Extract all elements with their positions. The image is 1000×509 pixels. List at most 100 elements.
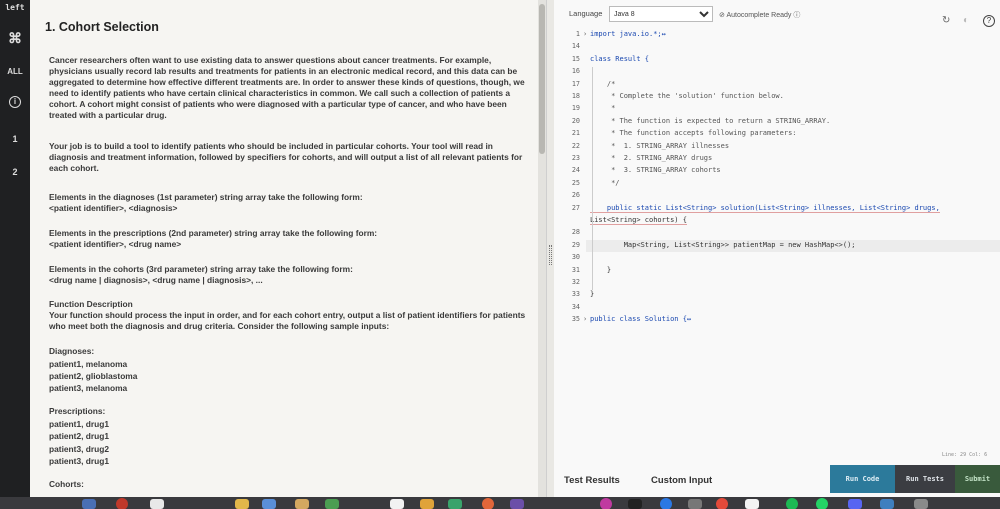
dock-app-icon[interactable] [745,499,759,509]
dock-app-icon[interactable] [510,499,524,509]
editor-footer: Line: 29 Col: 6 Test Results Custom Inpu… [554,452,1000,497]
theme-toggle-icon[interactable]: ◐ [963,15,969,26]
tab-test-results[interactable]: Test Results [564,475,620,486]
line-number: 30 [571,253,580,262]
restore-code-icon[interactable]: ↻ [942,15,950,26]
dock-app-icon[interactable] [628,499,642,509]
dock-app-icon[interactable] [600,498,612,509]
sample-line: patient1, drug1 [49,419,110,429]
scrollbar-thumb[interactable] [539,4,545,154]
code-line[interactable]: * 3. STRING_ARRAY cohorts [590,166,721,174]
dock-app-icon[interactable] [390,499,404,509]
code-line[interactable]: * The function is expected to return a S… [590,117,830,125]
line-number: 35 [571,315,580,324]
line-number: 27 [571,203,580,212]
dock-app-icon[interactable] [688,499,702,509]
dock-app-icon[interactable] [262,499,276,509]
cohorts-format: <drug name | diagnosis>, <drug name | di… [49,275,263,285]
trash-icon[interactable] [914,499,928,509]
rail-all-button[interactable]: ALL [0,67,30,76]
line-number: 21 [571,129,580,138]
code-line[interactable]: class Result { [590,55,649,63]
code-area[interactable]: 1 › import java.io.*;↔ 14 15 class Result {16… [554,28,1000,458]
info-icon-glyph: i [9,96,21,108]
dock-app-icon[interactable] [482,498,494,509]
autocomplete-status: ⊘ Autocomplete Ready ⓘ [719,12,801,19]
pane-divider[interactable] [546,0,554,497]
dock-app-icon[interactable] [235,499,249,509]
code-line[interactable]: List<String> cohorts) { [590,216,687,225]
problem-scrollbar[interactable] [538,0,546,497]
dock-app-icon[interactable] [816,498,828,509]
dock-app-icon[interactable] [150,499,164,509]
dock-app-icon[interactable] [420,499,434,509]
dock-app-icon[interactable] [786,498,798,509]
fold-chevron-icon[interactable]: › [583,30,587,38]
sample-line: patient3, melanoma [49,383,128,393]
line-number: 23 [571,154,580,162]
problem-statement: 1. Cohort Selection Cancer researchers o… [30,0,540,497]
sample-prescriptions-heading: Prescriptions: [49,406,106,416]
dock-app-icon[interactable] [295,499,309,509]
code-line[interactable]: import java.io.*;↔ [590,30,666,38]
function-description: Your function should process the input i… [49,310,526,331]
code-line[interactable]: * Complete the 'solution' function below… [590,92,784,100]
tab-custom-input[interactable]: Custom Input [651,475,712,486]
cohorts-format-heading: Elements in the cohorts (3rd parameter) … [49,264,353,274]
indent-guide [592,67,593,291]
diagnoses-format: <patient identifier>, <diagnosis> [49,203,178,213]
prescriptions-format: <patient identifier>, <drug name> [49,239,182,249]
dock-app-icon[interactable] [660,498,672,509]
code-line[interactable]: public static List<String> solution(List… [590,204,940,213]
sample-line: patient3, drug2 [49,444,110,454]
code-editor-pane: Language Java 8 ⊘ Autocomplete Ready ⓘ ↻… [554,0,1000,497]
submit-button[interactable]: Submit [955,465,1000,493]
sample-diagnoses-heading: Diagnoses: [49,346,95,356]
problem-title: 1. Cohort Selection [45,20,159,34]
code-line[interactable]: /* [590,80,615,88]
sample-line: patient3, drug1 [49,456,110,466]
editor-toolbar: Language Java 8 ⊘ Autocomplete Ready ⓘ ↻… [554,0,1000,28]
line-number: 17 [571,79,580,88]
dock-app-icon[interactable] [448,499,462,509]
sample-line: patient1, melanoma [49,359,128,369]
line-number: 33 [571,290,580,299]
code-line[interactable]: * [590,104,615,112]
line-number: 34 [571,302,580,311]
line-number: 19 [571,104,580,113]
language-select[interactable]: Java 8 [609,6,713,22]
fold-chevron-icon[interactable]: › [583,315,587,323]
language-label: Language [569,9,603,18]
dock-app-icon[interactable] [116,498,128,509]
sample-line: patient2, glioblastoma [49,371,138,381]
run-tests-button[interactable]: Run Tests [895,465,955,493]
info-icon[interactable]: i [0,96,30,108]
app-window: left ⌘ ALL i 1 2 1. Cohort Selection Can… [0,0,1000,509]
rail-item-2[interactable]: 2 [0,167,30,177]
code-line[interactable]: Map<String, List<String>> patientMap = n… [590,241,856,249]
help-icon[interactable]: ? [983,15,995,27]
sample-line: patient2, drug1 [49,431,110,441]
dock-app-icon[interactable] [880,499,894,509]
dock-app-icon[interactable] [325,499,339,509]
dock-app-icon[interactable] [82,499,96,509]
line-number: 16 [571,67,580,76]
dock-app-icon[interactable] [716,498,728,509]
rail-item-1[interactable]: 1 [0,134,30,144]
code-line[interactable]: } [590,266,611,274]
command-icon[interactable]: ⌘ [0,30,30,47]
line-number: 28 [571,228,580,237]
code-line[interactable]: public class Solution {↔ [590,315,691,323]
line-number: 14 [571,42,580,51]
resize-grip-icon[interactable] [549,245,552,265]
line-number: 15 [571,54,580,63]
code-line[interactable]: } [590,290,594,298]
dock-app-icon[interactable] [848,499,862,509]
run-code-button[interactable]: Run Code [830,465,895,493]
left-rail: left ⌘ ALL i 1 2 [0,0,30,497]
code-line[interactable]: * The function accepts following paramet… [590,129,796,137]
code-line[interactable]: * 2. STRING_ARRAY drugs [590,154,712,162]
line-number: 26 [571,191,580,200]
code-line[interactable]: */ [590,179,619,187]
code-line[interactable]: * 1. STRING_ARRAY illnesses [590,142,729,150]
